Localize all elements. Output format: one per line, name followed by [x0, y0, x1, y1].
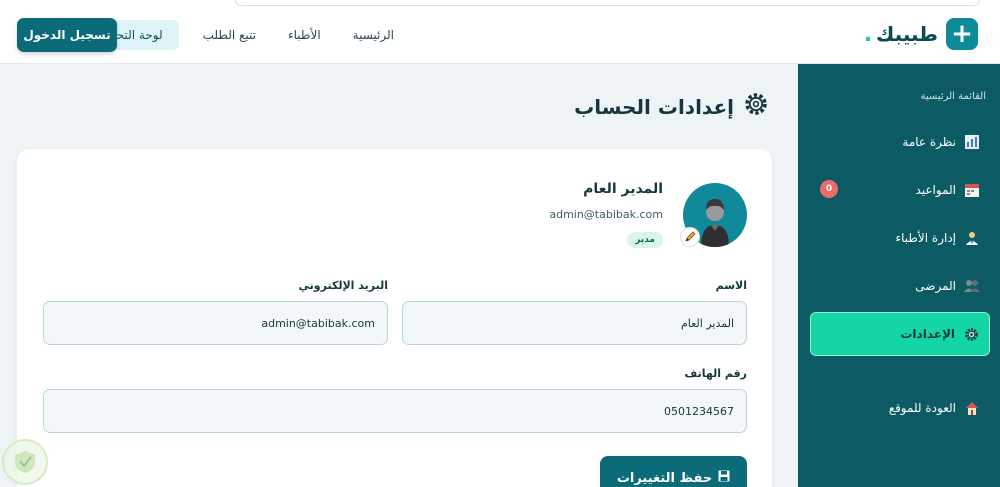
chart-icon — [964, 134, 980, 150]
sidebar-item-label: الإعدادات — [900, 327, 955, 341]
name-field[interactable] — [402, 301, 747, 345]
page-title: إعدادات الحساب — [574, 92, 768, 122]
gear-icon — [744, 92, 768, 122]
home-icon — [964, 400, 980, 416]
appointments-count-badge: 0 — [820, 180, 838, 198]
calendar-icon — [964, 182, 980, 198]
brand-dot: . — [863, 21, 873, 47]
sidebar-item-label: المرضى — [915, 279, 956, 293]
profile-name: المدير العام — [583, 181, 663, 197]
nav-doctors[interactable]: الأطباء — [272, 20, 337, 50]
gear-icon — [963, 326, 979, 342]
sidebar-item-settings[interactable]: الإعدادات — [810, 312, 990, 356]
email-label: البريد الإلكتروني — [298, 279, 388, 292]
save-changes-label: حفظ التغييرات — [616, 470, 713, 486]
phone-label: رقم الهاتف — [684, 367, 747, 380]
sidebar-item-label: المواعيد — [915, 183, 956, 197]
brand[interactable]: + طبيبك . — [864, 18, 978, 50]
sidebar-item-label: العودة للموقع — [888, 401, 956, 415]
plus-logo-icon: + — [946, 18, 978, 50]
floppy-disk-icon — [718, 470, 730, 486]
login-button[interactable]: تسجيل الدخول — [17, 18, 117, 52]
sidebar-item-patients[interactable]: المرضى — [810, 264, 990, 308]
phone-field[interactable] — [43, 389, 747, 433]
sidebar-heading: القائمة الرئيسية — [920, 91, 986, 102]
sidebar-item-overview[interactable]: نظرة عامة — [810, 120, 990, 164]
nav-track-order[interactable]: تتبع الطلب — [187, 20, 272, 50]
top-header: + طبيبك . الرئيسية الأطباء تتبع الطلب لو… — [0, 0, 1000, 64]
account-settings-card: المدير العام admin@tabibak.com مدير الاس… — [17, 149, 772, 487]
save-changes-button[interactable]: حفظ التغييرات — [600, 456, 747, 487]
brand-name: طبيبك — [876, 22, 938, 46]
users-icon — [964, 278, 980, 294]
doctor-icon — [964, 230, 980, 246]
profile-email: admin@tabibak.com — [549, 208, 663, 221]
name-label: الاسم — [715, 279, 747, 292]
sidebar-item-back-to-site[interactable]: العودة للموقع — [810, 386, 990, 430]
email-field[interactable] — [43, 301, 388, 345]
edit-avatar-pencil-icon[interactable] — [680, 227, 700, 247]
sidebar-item-doctors[interactable]: إدارة الأطباء — [810, 216, 990, 260]
sidebar-item-label: إدارة الأطباء — [895, 231, 956, 245]
sidebar-item-label: نظرة عامة — [902, 135, 956, 149]
sidebar-item-appointments[interactable]: المواعيد 0 — [810, 168, 990, 212]
browser-strip — [235, 0, 980, 6]
main-nav: الرئيسية الأطباء تتبع الطلب لوحة التحكم — [86, 18, 410, 52]
role-badge: مدير — [627, 232, 663, 248]
page-title-text: إعدادات الحساب — [574, 95, 734, 119]
sidebar: القائمة الرئيسية نظرة عامة المواعيد 0 إد… — [798, 64, 1000, 487]
nav-home[interactable]: الرئيسية — [337, 20, 410, 50]
shield-watermark-icon — [2, 439, 48, 485]
